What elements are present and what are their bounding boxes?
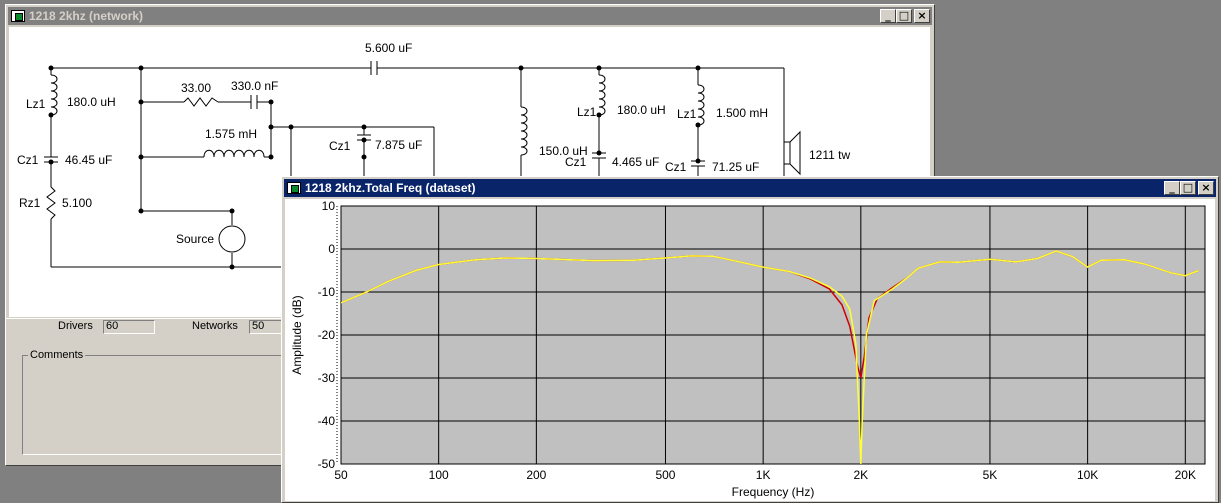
x-tick-label: 20K bbox=[1175, 468, 1196, 482]
y-tick-label: 10 bbox=[322, 199, 336, 213]
cap-r2-label[interactable]: Cz1 bbox=[665, 160, 686, 174]
y-tick-label: -50 bbox=[318, 457, 336, 471]
minimize-button[interactable]: _ bbox=[880, 9, 896, 23]
x-tick-label: 5K bbox=[983, 468, 998, 482]
close-button[interactable]: × bbox=[914, 9, 930, 23]
inductor-left-label[interactable]: Lz1 bbox=[26, 97, 45, 111]
y-axis-label: Amplitude (dB) bbox=[290, 295, 304, 374]
app-icon bbox=[287, 182, 301, 194]
x-axis-label: Frequency (Hz) bbox=[732, 485, 815, 499]
resistor-series-value[interactable]: 33.00 bbox=[181, 81, 211, 95]
chart-area[interactable]: 50 100 200 500 1K 2K 5K 10K 20K 10 0 -10 -20 -30 -40 -5… bbox=[285, 199, 1215, 501]
maximize-button[interactable]: □ bbox=[1180, 181, 1196, 195]
cap-r1-label[interactable]: Cz1 bbox=[565, 155, 586, 169]
maximize-button[interactable]: □ bbox=[896, 9, 912, 23]
y-tick-label: -40 bbox=[318, 414, 336, 428]
inductor-r2-value[interactable]: 1.500 mH bbox=[716, 106, 768, 120]
x-tick-label: 1K bbox=[756, 468, 771, 482]
info-panel[interactable]: Drivers 60 Networks 50 Comments bbox=[5, 318, 288, 466]
cap-top-value[interactable]: 5.600 uF bbox=[365, 41, 412, 55]
x-tick-label: 100 bbox=[429, 468, 449, 482]
freq-window[interactable]: 1218 2khz.Total Freq (dataset) _ □ × 50 1… bbox=[281, 176, 1219, 503]
inductor-r2-label[interactable]: Lz1 bbox=[677, 107, 696, 121]
x-tick-label: 500 bbox=[655, 468, 675, 482]
resistor-left-label[interactable]: Rz1 bbox=[19, 196, 40, 210]
source-label[interactable]: Source bbox=[176, 232, 214, 246]
x-tick-label: 200 bbox=[526, 468, 546, 482]
comments-label: Comments bbox=[28, 349, 86, 361]
cap-left-label[interactable]: Cz1 bbox=[17, 153, 38, 167]
app-icon bbox=[11, 10, 25, 22]
y-tick-label: -10 bbox=[318, 285, 336, 299]
cap-mid-label[interactable]: Cz1 bbox=[329, 139, 350, 153]
close-button[interactable]: × bbox=[1198, 181, 1214, 195]
networks-field[interactable]: 50 bbox=[249, 320, 285, 334]
cap-series-value[interactable]: 330.0 nF bbox=[231, 79, 278, 93]
network-window-titlebar[interactable]: 1218 2khz (network) _ □ × bbox=[8, 7, 932, 25]
comments-groupbox bbox=[22, 355, 288, 455]
drivers-label: Drivers bbox=[58, 320, 93, 332]
x-tick-label: 50 bbox=[334, 468, 348, 482]
inductor-left-value[interactable]: 180.0 uH bbox=[67, 95, 116, 109]
drivers-field[interactable]: 60 bbox=[103, 320, 155, 334]
cap-left-value[interactable]: 46.45 uF bbox=[65, 153, 112, 167]
cap-r2-value[interactable]: 71.25 uF bbox=[712, 160, 759, 174]
freq-window-title: 1218 2khz.Total Freq (dataset) bbox=[305, 181, 476, 195]
inductor-r1-label[interactable]: Lz1 bbox=[577, 105, 596, 119]
inductor-mid-value[interactable]: 1.575 mH bbox=[205, 127, 257, 141]
network-window-title: 1218 2khz (network) bbox=[29, 9, 144, 23]
y-tick-label: -30 bbox=[318, 371, 336, 385]
x-tick-label: 10K bbox=[1077, 468, 1098, 482]
cap-mid-value[interactable]: 7.875 uF bbox=[375, 138, 422, 152]
inductor-r1-value[interactable]: 180.0 uH bbox=[617, 103, 666, 117]
freq-window-titlebar[interactable]: 1218 2khz.Total Freq (dataset) _ □ × bbox=[284, 179, 1216, 197]
y-tick-label: 0 bbox=[328, 242, 335, 256]
frequency-response-chart[interactable]: 50 100 200 500 1K 2K 5K 10K 20K100-10-20-30-40-5… bbox=[285, 199, 1215, 501]
cap-r1-value[interactable]: 4.465 uF bbox=[612, 155, 659, 169]
minimize-button[interactable]: _ bbox=[1164, 181, 1180, 195]
networks-label: Networks bbox=[192, 320, 238, 332]
x-tick-label: 2K bbox=[853, 468, 868, 482]
driver-label[interactable]: 1211 tw bbox=[809, 148, 850, 162]
resistor-left-value[interactable]: 5.100 bbox=[62, 196, 92, 210]
y-tick-label: -20 bbox=[318, 328, 336, 342]
